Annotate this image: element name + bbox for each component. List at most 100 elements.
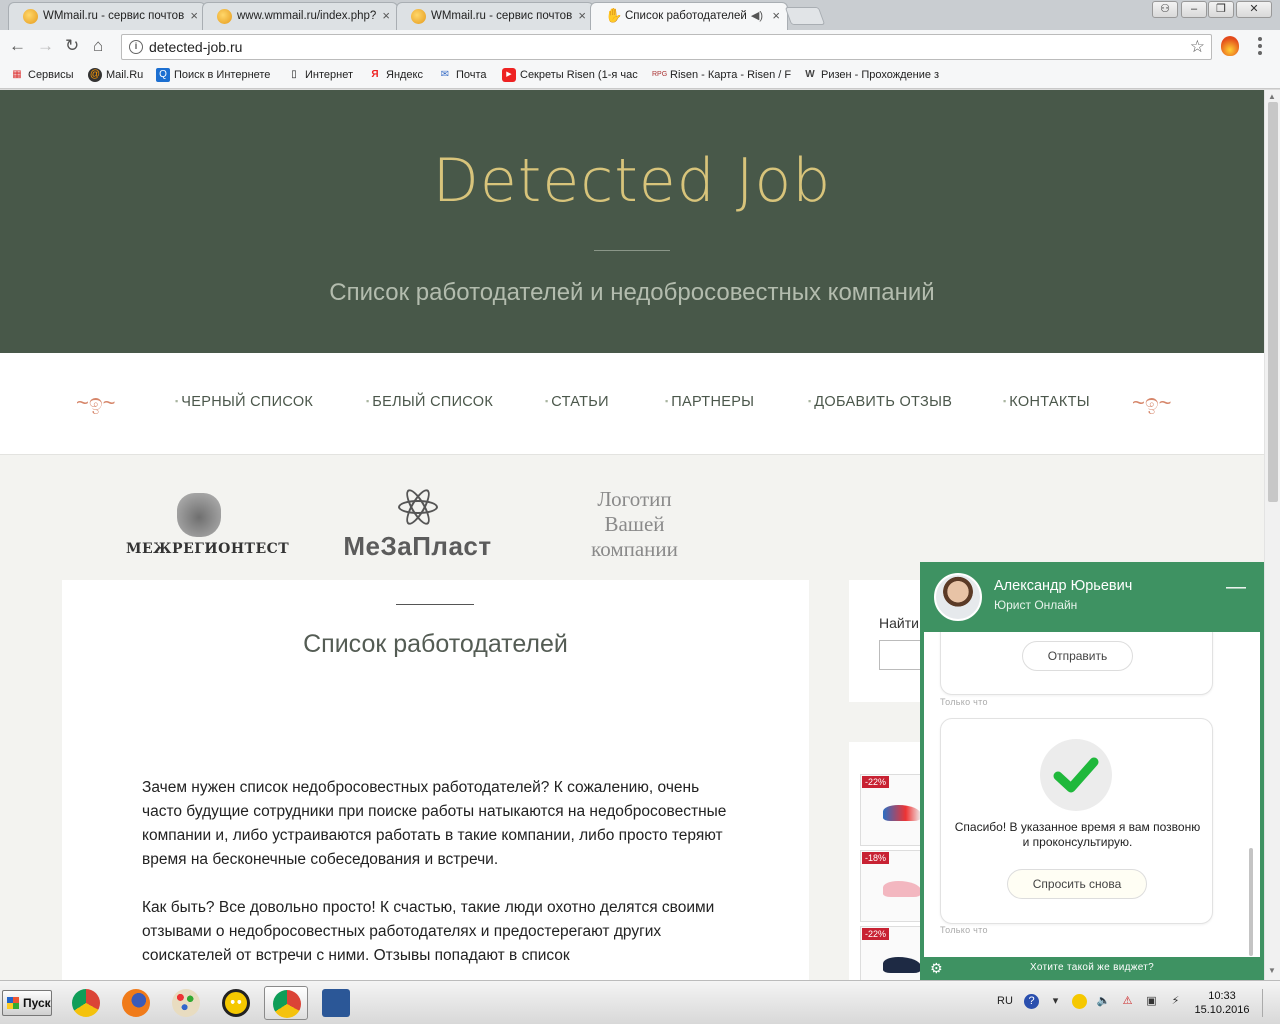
tray-expand-icon[interactable]: ▾: [1048, 994, 1063, 1009]
taskbar-word[interactable]: [314, 986, 358, 1020]
browser-menu-icon[interactable]: [1258, 37, 1262, 55]
bookmark-mailru[interactable]: @ Mail.Ru: [88, 67, 143, 83]
help-icon[interactable]: ?: [1024, 994, 1039, 1009]
partner-logo-mezhregiontest[interactable]: МЕЖРЕГИОНТЕСТ: [126, 493, 289, 557]
nav-black-list[interactable]: ЧЕРНЫЙ СПИСОК: [175, 394, 313, 410]
ask-again-button[interactable]: Спросить снова: [1007, 869, 1147, 899]
partner-logo-placeholder[interactable]: Логотип Вашей компании: [572, 487, 697, 562]
left-flourish-icon: ~ඉ~: [76, 390, 116, 415]
tab-title: www.wmmail.ru/index.php?: [237, 10, 377, 22]
keyboard-language[interactable]: RU: [997, 995, 1013, 1007]
restore-window-button[interactable]: ❐: [1208, 1, 1234, 18]
wmmail-favicon-icon: [411, 9, 426, 24]
tab-title: WMmail.ru - сервис почтов: [43, 10, 185, 22]
taskbar-chrome[interactable]: [64, 986, 108, 1020]
eagle-emblem-icon: [176, 493, 221, 537]
scrollbar-thumb[interactable]: [1268, 102, 1278, 502]
tab-title: WMmail.ru - сервис почтов: [431, 10, 573, 22]
system-clock[interactable]: 10:33 15.10.2016: [1192, 989, 1252, 1017]
nav-articles[interactable]: СТАТЬИ: [545, 394, 609, 410]
word-icon: [322, 989, 350, 1017]
page-title: Список работодателей: [303, 630, 568, 658]
close-tab-icon[interactable]: ×: [578, 3, 586, 29]
header-divider: [594, 250, 670, 251]
nav-contacts[interactable]: КОНТАКТЫ: [1003, 394, 1090, 410]
back-arrow-icon[interactable]: ←: [9, 37, 26, 55]
tab-strip: WMmail.ru - сервис почтов × www.wmmail.r…: [0, 0, 1280, 31]
right-flourish-icon: ~ඉ~: [1132, 390, 1172, 415]
tab-title: Список работодателей: [625, 10, 747, 22]
volume-icon[interactable]: 🔈: [1096, 994, 1111, 1009]
start-button[interactable]: Пуск: [2, 990, 52, 1016]
bookmark-mail[interactable]: ✉ Почта: [438, 67, 487, 83]
close-tab-icon[interactable]: ×: [772, 3, 780, 29]
taskbar-chrome-active[interactable]: [264, 986, 308, 1020]
ghost-icon: [222, 989, 250, 1017]
sneaker-image: [883, 957, 921, 973]
chrome-icon: [72, 989, 100, 1017]
show-desktop-button[interactable]: [1262, 989, 1274, 1017]
firefox-icon: [122, 989, 150, 1017]
nav-add-review[interactable]: ДОБАВИТЬ ОТЗЫВ: [808, 394, 952, 410]
address-bar[interactable]: i detected-job.ru ☆: [121, 34, 1212, 60]
minimize-chat-button[interactable]: —: [1226, 577, 1246, 597]
windows-taskbar: Пуск RU ? ▾ 🔈 ⚠ ▣ ⚡ 10:33 15.10.2016: [0, 980, 1280, 1024]
network-icon[interactable]: ▣: [1144, 994, 1159, 1009]
taskbar-paint[interactable]: [164, 986, 208, 1020]
site-header: Detected Job Список работодателей и недо…: [0, 90, 1264, 353]
chat-scrollbar[interactable]: [1249, 848, 1253, 956]
browser-tab-1[interactable]: WMmail.ru - сервис почтов ×: [8, 2, 206, 30]
home-icon[interactable]: ⌂: [93, 37, 103, 55]
bookmark-internet[interactable]: ▯ Интернет: [287, 67, 353, 83]
power-icon[interactable]: ⚡: [1168, 994, 1183, 1009]
discount-badge: -22%: [862, 776, 890, 788]
close-tab-icon[interactable]: ×: [382, 3, 390, 29]
chat-footer: ⚙ Хотите такой же виджет?: [920, 957, 1264, 980]
message-timestamp: Только что: [940, 697, 988, 707]
bookmark-risen-map[interactable]: RPG Risen - Карта - Risen / F: [652, 67, 792, 83]
yandex-icon: Я: [371, 69, 379, 80]
widget-promo-link[interactable]: Хотите такой же виджет?: [920, 962, 1264, 973]
close-tab-icon[interactable]: ×: [190, 3, 198, 29]
reload-icon[interactable]: ↻: [65, 37, 79, 55]
partner-logo-mezaplast[interactable]: МеЗаПласт: [340, 486, 495, 562]
taskbar-firefox[interactable]: [114, 986, 158, 1020]
forward-arrow-icon[interactable]: →: [37, 37, 54, 55]
bookmark-services[interactable]: ▦ Сервисы: [10, 67, 73, 83]
main-navigation: ~ඉ~ ЧЕРНЫЙ СПИСОК БЕЛЫЙ СПИСОК СТАТЬИ ПА…: [0, 353, 1264, 455]
ghost-tray-icon[interactable]: [1072, 994, 1087, 1009]
scroll-up-icon[interactable]: ▲: [1268, 92, 1276, 101]
browser-tab-active[interactable]: ✋ Список работодателей ◀) ×: [590, 2, 788, 31]
bookmark-risen-secrets[interactable]: ▶ Секреты Risen (1-я час: [502, 67, 642, 83]
taskbar-ghost-app[interactable]: [214, 986, 258, 1020]
bookmark-search[interactable]: Q Поиск в Интернете: [156, 67, 270, 83]
network-warning-icon[interactable]: ⚠: [1120, 994, 1135, 1009]
speaker-icon[interactable]: ◀): [751, 3, 763, 29]
agent-role: Юрист Онлайн: [994, 598, 1078, 612]
bookmark-star-icon[interactable]: ☆: [1190, 37, 1205, 57]
wmmail-favicon-icon: [217, 9, 232, 24]
article-paragraph: Зачем нужен список недобросовестных рабо…: [142, 779, 727, 868]
send-button[interactable]: Отправить: [1022, 641, 1133, 671]
browser-tab-3[interactable]: WMmail.ru - сервис почтов ×: [396, 2, 594, 30]
discount-badge: -22%: [862, 928, 890, 940]
clock-time: 10:33: [1208, 990, 1236, 1002]
new-tab-button[interactable]: [784, 7, 826, 25]
scroll-down-icon[interactable]: ▼: [1268, 966, 1276, 975]
site-info-icon[interactable]: i: [129, 40, 143, 54]
confirmation-message: Спасибо! В указанное время я вам позвоню…: [954, 820, 1201, 849]
nav-partners[interactable]: ПАРТНЕРЫ: [665, 394, 754, 410]
bookmark-risen-walkthrough[interactable]: W Ризен - Прохождение з: [803, 67, 939, 83]
extension-flame-icon[interactable]: [1221, 36, 1239, 56]
message-bubble: Спасибо! В указанное время я вам позвоню…: [940, 718, 1213, 924]
hand-favicon-icon: ✋: [605, 7, 623, 23]
bookmark-yandex[interactable]: Я Яндекс: [368, 67, 423, 83]
close-window-button[interactable]: ✕: [1236, 1, 1272, 18]
profile-icon[interactable]: ⚇: [1152, 1, 1178, 18]
nav-white-list[interactable]: БЕЛЫЙ СПИСОК: [366, 394, 493, 410]
minimize-window-button[interactable]: –: [1181, 1, 1207, 18]
page-scrollbar[interactable]: ▲ ▼: [1264, 90, 1280, 980]
clock-date: 15.10.2016: [1194, 1004, 1250, 1016]
site-title[interactable]: Detected Job: [0, 146, 1264, 216]
browser-tab-2[interactable]: www.wmmail.ru/index.php? ×: [202, 2, 398, 30]
